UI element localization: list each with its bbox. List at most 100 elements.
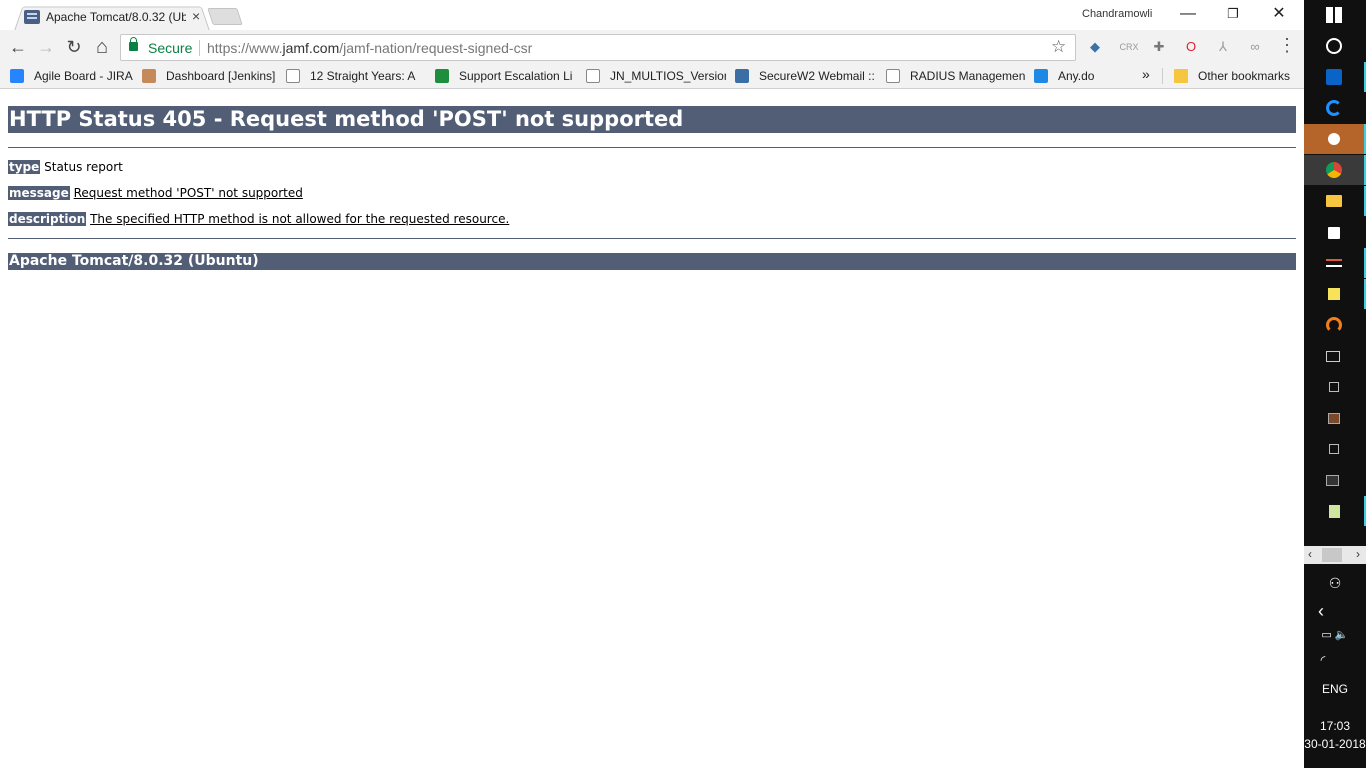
cortana-button[interactable] xyxy=(1304,31,1366,61)
start-button[interactable] xyxy=(1304,0,1366,30)
taskbar-remote-desktop[interactable] xyxy=(1304,372,1366,402)
outlook-icon xyxy=(1326,69,1342,85)
jenkins-icon xyxy=(142,69,156,83)
restore-button[interactable]: ❐ xyxy=(1210,2,1256,26)
tab-tomcat[interactable]: Apache Tomcat/8.0.32 (Ubuntu) × xyxy=(14,4,210,32)
taskbar-cmd[interactable] xyxy=(1304,341,1366,371)
chrome-icon xyxy=(1326,162,1342,178)
tab-close-icon[interactable]: × xyxy=(192,8,200,24)
clock-date[interactable]: 30-01-2018 xyxy=(1304,737,1366,751)
terminal-icon xyxy=(1326,475,1339,486)
language-indicator[interactable]: ENG xyxy=(1304,682,1366,696)
sheets-icon xyxy=(435,69,449,83)
show-hidden-icons-icon[interactable]: ‹ xyxy=(1290,601,1352,622)
cortana-circle-icon xyxy=(1326,38,1342,54)
page-content: HTTP Status 405 - Request method 'POST' … xyxy=(0,90,1304,768)
taskbar-outlook[interactable] xyxy=(1304,62,1366,92)
bookmark-item[interactable]: RADIUS Managemen xyxy=(886,68,1026,86)
taskbar-headset-app[interactable] xyxy=(1304,310,1366,340)
bookmark-star-icon[interactable]: ☆ xyxy=(1051,37,1066,57)
divider xyxy=(8,147,1296,148)
wifi-icon[interactable]: ◜ xyxy=(1292,653,1354,667)
bookmark-item[interactable]: 12 Straight Years: A xyxy=(286,68,426,86)
type-value: Status report xyxy=(44,160,123,174)
people-icon[interactable]: ⚇ xyxy=(1304,575,1366,592)
message-key: message xyxy=(8,186,70,200)
google-icon xyxy=(586,69,600,83)
windows-logo-icon xyxy=(1326,7,1342,23)
remote-desktop-icon xyxy=(1329,444,1339,454)
back-icon[interactable]: ← xyxy=(6,35,30,59)
webmail-icon xyxy=(735,69,749,83)
tomcat-favicon-icon xyxy=(24,10,40,24)
headset-icon xyxy=(1326,317,1342,333)
home-icon[interactable]: ⌂ xyxy=(90,35,114,59)
secure-label: Secure xyxy=(148,40,193,56)
jira-icon xyxy=(10,69,24,83)
bookmark-item[interactable]: Support Escalation Li xyxy=(435,68,577,86)
divider xyxy=(8,238,1296,239)
bookmark-item[interactable]: JN_MULTIOS_Version xyxy=(586,68,726,86)
taskbar-notepad[interactable] xyxy=(1304,496,1366,526)
url-text: https://www.jamf.com/jamf-nation/request… xyxy=(207,40,533,56)
browser-menu-icon[interactable]: ⋮ xyxy=(1278,35,1296,56)
bookmark-item[interactable]: SecureW2 Webmail :: xyxy=(735,68,875,86)
lock-icon xyxy=(129,37,138,51)
python-extension-icon[interactable]: ◆ xyxy=(1086,38,1104,56)
chevron-right-icon[interactable]: › xyxy=(1356,547,1360,561)
message-row: message Request method 'POST' not suppor… xyxy=(8,186,303,200)
other-bookmarks[interactable]: Other bookmarks xyxy=(1174,68,1299,86)
taskbar-app[interactable] xyxy=(1304,248,1366,278)
taskbar-edge[interactable] xyxy=(1304,93,1366,123)
taskbar-sticky-notes[interactable] xyxy=(1304,279,1366,309)
taskbar-scroller[interactable]: ‹ › xyxy=(1304,546,1366,564)
taskbar-app-orange[interactable] xyxy=(1304,124,1366,154)
page-icon xyxy=(286,69,300,83)
minimize-button[interactable]: — xyxy=(1165,2,1211,26)
chevron-left-icon[interactable]: ‹ xyxy=(1308,547,1312,561)
battery-volume-icons[interactable]: ▭ 🔈 xyxy=(1304,628,1366,641)
profile-name[interactable]: Chandramowli xyxy=(1082,8,1152,20)
taskbar-store[interactable] xyxy=(1304,217,1366,247)
reload-icon[interactable]: ↻ xyxy=(62,35,86,59)
title-bar: Apache Tomcat/8.0.32 (Ubuntu) × Chandram… xyxy=(0,0,1304,32)
taskbar-remote-desktop-2[interactable] xyxy=(1304,434,1366,464)
page-icon xyxy=(886,69,900,83)
bookmark-item[interactable]: Agile Board - JIRA xyxy=(10,68,135,86)
screen: Apache Tomcat/8.0.32 (Ubuntu) × Chandram… xyxy=(0,0,1366,768)
taskbar-file-explorer[interactable] xyxy=(1304,186,1366,216)
server-footer: Apache Tomcat/8.0.32 (Ubuntu) xyxy=(8,253,1296,270)
bookmark-label: RADIUS Managemen xyxy=(910,69,1026,83)
command-prompt-icon xyxy=(1326,351,1340,362)
bookmark-label: SecureW2 Webmail :: xyxy=(759,69,875,83)
bookmark-item[interactable]: Any.do xyxy=(1034,68,1114,86)
description-row: description The specified HTTP method is… xyxy=(8,212,509,226)
forward-icon[interactable]: → xyxy=(34,35,58,59)
bookmark-label: Support Escalation Li xyxy=(459,69,573,83)
new-tab-button[interactable] xyxy=(207,4,243,31)
taskbar-app-window[interactable] xyxy=(1304,403,1366,433)
close-window-button[interactable]: ✕ xyxy=(1256,2,1302,26)
pdf-extension-icon[interactable]: ⅄ xyxy=(1214,38,1232,56)
page-title: HTTP Status 405 - Request method 'POST' … xyxy=(8,106,1296,133)
store-bag-icon xyxy=(1328,227,1340,239)
glasses-extension-icon[interactable]: ∞ xyxy=(1246,38,1264,56)
crx-extension-icon[interactable]: CRX xyxy=(1118,38,1140,56)
clock-time[interactable]: 17:03 xyxy=(1304,719,1366,733)
edge-icon xyxy=(1326,100,1342,116)
network-app-icon xyxy=(1326,259,1342,267)
sticky-note-icon xyxy=(1328,288,1340,300)
puzzle-extension-icon[interactable]: ✚ xyxy=(1150,38,1168,56)
bookmark-label: JN_MULTIOS_Version xyxy=(610,69,726,83)
bookmarks-overflow-icon[interactable]: » xyxy=(1142,66,1150,84)
description-value: The specified HTTP method is not allowed… xyxy=(90,212,510,226)
taskbar-chrome[interactable] xyxy=(1304,155,1366,185)
bookmark-label: Dashboard [Jenkins] xyxy=(166,69,276,83)
description-key: description xyxy=(8,212,87,226)
opera-extension-icon[interactable]: O xyxy=(1182,38,1200,56)
type-row: type Status report xyxy=(8,160,123,174)
bookmark-label: Any.do xyxy=(1058,69,1095,83)
taskbar-terminal[interactable] xyxy=(1304,465,1366,495)
bookmark-item[interactable]: Dashboard [Jenkins] xyxy=(142,68,278,86)
address-bar[interactable]: Secure https://www.jamf.com/jamf-nation/… xyxy=(120,34,1076,61)
